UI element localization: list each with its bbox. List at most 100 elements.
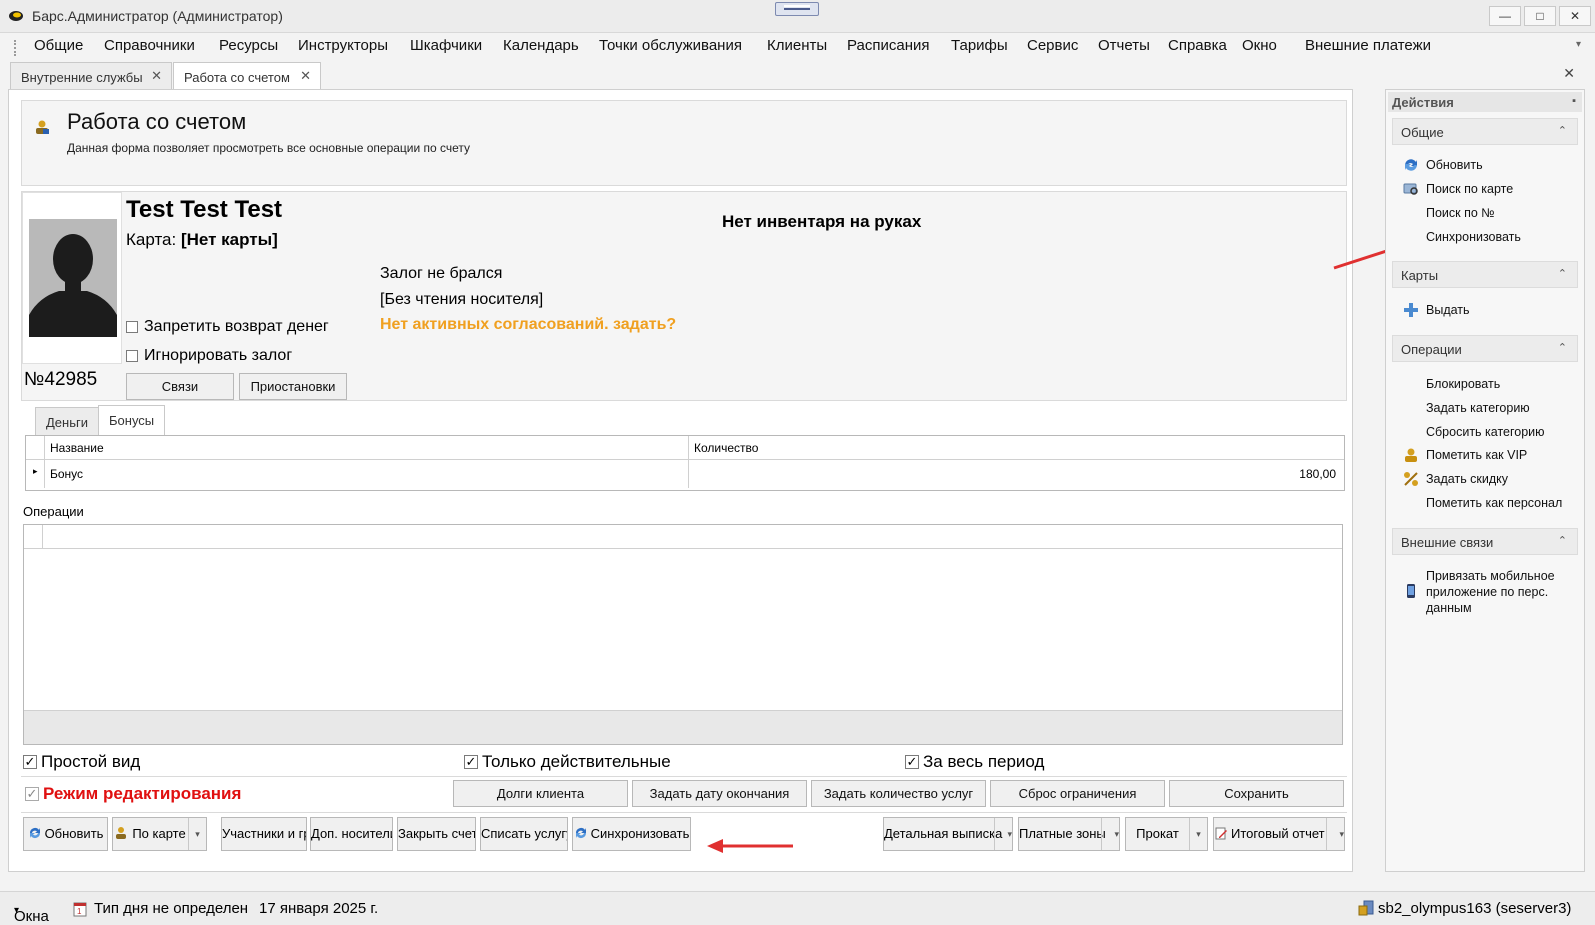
extra-media-button[interactable]: Доп. носители xyxy=(310,817,393,851)
row-name-cell[interactable]: Бонус xyxy=(50,467,83,481)
minimize-button[interactable]: — xyxy=(1489,6,1521,26)
paid-zones-button[interactable]: Платные зоны ▾ xyxy=(1018,817,1120,851)
sync-button[interactable]: Синхронизовать xyxy=(572,817,691,851)
group-cards[interactable]: Карты ⌃ xyxy=(1392,261,1578,288)
tab-bonuses[interactable]: Бонусы xyxy=(98,405,166,435)
checkbox-box[interactable] xyxy=(126,321,138,333)
reset-limit-button[interactable]: Сброс ограничения xyxy=(990,780,1165,807)
links-button[interactable]: Связи xyxy=(126,373,234,400)
menu-references[interactable]: Справочники xyxy=(104,37,195,54)
menu-service-points[interactable]: Точки обслуживания xyxy=(599,37,742,54)
simple-view-checkbox[interactable]: ✓ Простой вид xyxy=(23,752,140,772)
close-tab-icon[interactable]: ✕ xyxy=(300,68,311,84)
only-valid-checkbox[interactable]: ✓ Только действительные xyxy=(464,752,671,772)
close-account-button[interactable]: Закрыть счет xyxy=(397,817,476,851)
menu-schedules[interactable]: Расписания xyxy=(847,37,929,54)
checkbox-label: За весь период xyxy=(923,752,1045,771)
action-block[interactable]: Блокировать xyxy=(1426,377,1500,391)
action-search-by-number[interactable]: Поиск по № xyxy=(1426,206,1495,220)
document-tabs: Внутренние службы ✕ Работа со счетом ✕ ✕ xyxy=(0,61,1595,89)
row-qty-cell[interactable]: 180,00 xyxy=(1299,467,1336,481)
inventory-status: Нет инвентаря на руках xyxy=(722,212,922,231)
menu-general[interactable]: Общие xyxy=(34,37,83,54)
close-tab-icon[interactable]: ✕ xyxy=(151,68,162,84)
participants-groups-button[interactable]: Участники и группы xyxy=(221,817,307,851)
rental-button[interactable]: Прокат ▾ xyxy=(1125,817,1208,851)
checkbox-box[interactable]: ✓ xyxy=(25,787,39,801)
actions-panel: Действия ▪ Общие ⌃ Обновить Поиск по кар… xyxy=(1385,89,1585,872)
chevron-up-icon[interactable]: ⌃ xyxy=(1558,267,1567,280)
menu-external-payments[interactable]: Внешние платежи xyxy=(1305,37,1431,54)
action-reset-category[interactable]: Сбросить категорию xyxy=(1426,425,1545,439)
group-general[interactable]: Общие ⌃ xyxy=(1392,118,1578,145)
operations-table[interactable] xyxy=(23,524,1343,745)
action-synchronize[interactable]: Синхронизовать xyxy=(1426,230,1521,244)
whole-period-checkbox[interactable]: ✓ За весь период xyxy=(905,752,1044,772)
checkbox-label: Игнорировать залог xyxy=(144,347,293,364)
window-drag-handle[interactable] xyxy=(775,2,819,16)
menu-resources[interactable]: Ресурсы xyxy=(219,37,278,54)
final-report-button[interactable]: Итоговый отчет ▾ xyxy=(1213,817,1345,851)
checkbox-box[interactable]: ✓ xyxy=(464,755,478,769)
chevron-up-icon[interactable]: ⌃ xyxy=(1558,534,1567,547)
maximize-button[interactable]: □ xyxy=(1524,6,1556,26)
menu-overflow-icon[interactable]: ▾ xyxy=(1576,39,1581,50)
set-service-count-button[interactable]: Задать количество услуг xyxy=(811,780,986,807)
chevron-down-icon[interactable]: ▾ xyxy=(1326,818,1344,850)
menu-instructors[interactable]: Инструкторы xyxy=(298,37,388,54)
checkbox-box[interactable]: ✓ xyxy=(23,755,37,769)
edit-mode-checkbox[interactable]: ✓ Режим редактирования xyxy=(25,784,241,804)
client-name: Test Test Test xyxy=(126,196,283,223)
close-window-button[interactable]: ✕ xyxy=(1559,6,1591,26)
action-search-by-card[interactable]: Поиск по карте xyxy=(1426,182,1513,196)
tab-money[interactable]: Деньги xyxy=(35,407,99,435)
action-set-discount[interactable]: Задать скидку xyxy=(1426,472,1508,486)
checkbox-box[interactable] xyxy=(126,350,138,362)
group-external-links[interactable]: Внешние связи ⌃ xyxy=(1392,528,1578,555)
agreements-link[interactable]: Нет активных согласований. задать? xyxy=(380,316,676,334)
tab-label: Работа со счетом xyxy=(184,70,290,85)
chevron-up-icon[interactable]: ⌃ xyxy=(1558,124,1567,137)
page-title: Работа со счетом xyxy=(67,109,247,134)
by-card-button[interactable]: По карте ▾ xyxy=(112,817,207,851)
refresh-button[interactable]: Обновить xyxy=(23,817,108,851)
menu-reports[interactable]: Отчеты xyxy=(1098,37,1150,54)
group-operations[interactable]: Операции ⌃ xyxy=(1392,335,1578,362)
pin-icon[interactable]: ▪ xyxy=(1572,95,1576,107)
chevron-down-icon[interactable]: ▾ xyxy=(1101,818,1119,850)
forbid-refund-checkbox[interactable]: Запретить возврат денег xyxy=(126,318,329,336)
ignore-deposit-checkbox[interactable]: Игнорировать залог xyxy=(126,347,292,365)
chevron-down-icon[interactable]: ▾ xyxy=(1189,818,1207,850)
checkbox-box[interactable]: ✓ xyxy=(905,755,919,769)
write-off-service-button[interactable]: Списать услугу xyxy=(480,817,568,851)
menu-lockers[interactable]: Шкафчики xyxy=(410,37,482,54)
menu-tariffs[interactable]: Тарифы xyxy=(951,37,1008,54)
chevron-down-icon[interactable]: ▾ xyxy=(188,818,206,850)
chevron-down-icon[interactable]: ▾ xyxy=(994,818,1012,850)
chevron-up-icon[interactable]: ⌃ xyxy=(1558,341,1567,354)
action-mark-vip[interactable]: Пометить как VIP xyxy=(1426,448,1527,462)
suspensions-button[interactable]: Приостановки xyxy=(239,373,347,400)
column-qty-header[interactable]: Количество xyxy=(694,441,758,455)
action-refresh[interactable]: Обновить xyxy=(1426,158,1483,172)
close-all-tabs-icon[interactable]: ✕ xyxy=(1563,65,1575,82)
tab-account-work[interactable]: Работа со счетом ✕ xyxy=(173,62,321,89)
group-label: Внешние связи xyxy=(1401,535,1494,550)
menu-calendar[interactable]: Календарь xyxy=(503,37,579,54)
menu-clients[interactable]: Клиенты xyxy=(767,37,827,54)
action-issue-card[interactable]: Выдать xyxy=(1426,303,1470,317)
detailed-statement-button[interactable]: Детальная выписка ▾ xyxy=(883,817,1013,851)
tab-internal-services[interactable]: Внутренние службы ✕ xyxy=(10,62,172,89)
menu-help[interactable]: Справка xyxy=(1168,37,1227,54)
column-name-header[interactable]: Название xyxy=(50,441,104,455)
action-set-category[interactable]: Задать категорию xyxy=(1426,401,1530,415)
menu-service[interactable]: Сервис xyxy=(1027,37,1078,54)
set-end-date-button[interactable]: Задать дату окончания xyxy=(632,780,807,807)
page-subtitle: Данная форма позволяет просмотреть все о… xyxy=(67,141,471,155)
client-photo[interactable] xyxy=(22,192,122,364)
client-debts-button[interactable]: Долги клиента xyxy=(453,780,628,807)
menu-window[interactable]: Окно xyxy=(1242,37,1277,54)
save-button[interactable]: Сохранить xyxy=(1169,780,1344,807)
windows-menu[interactable]: Окна ▾ xyxy=(14,900,49,925)
action-mark-staff[interactable]: Пометить как персонал xyxy=(1426,496,1562,510)
